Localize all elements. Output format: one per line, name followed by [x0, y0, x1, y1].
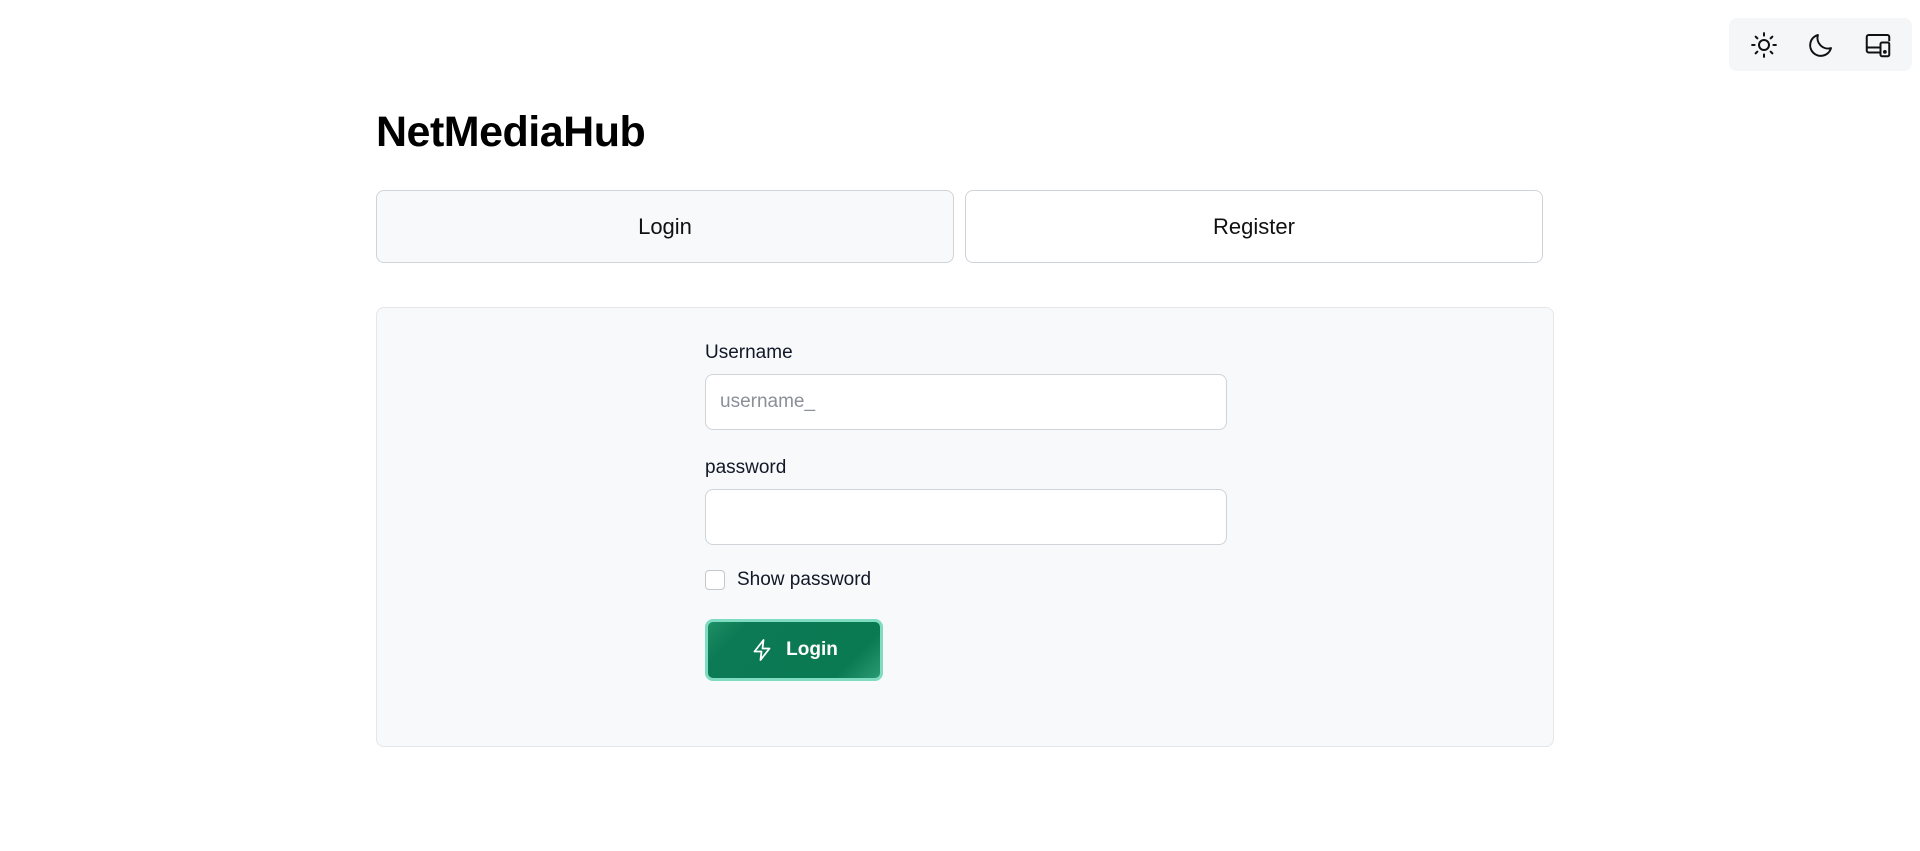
tab-login[interactable]: Login — [376, 190, 954, 263]
username-label: Username — [705, 342, 793, 363]
show-password-row: Show password — [705, 569, 1227, 591]
auth-tabs: Login Register — [376, 190, 1544, 263]
light-theme-button[interactable] — [1742, 23, 1786, 67]
app-title: NetMediaHub — [376, 108, 646, 156]
show-password-checkbox[interactable] — [705, 570, 725, 590]
login-form: Username password Show password Login — [705, 342, 1227, 681]
theme-switcher — [1729, 18, 1912, 71]
tab-register[interactable]: Register — [965, 190, 1543, 263]
moon-icon — [1808, 33, 1832, 57]
system-theme-button[interactable] — [1856, 23, 1900, 67]
login-submit-label: Login — [786, 639, 838, 660]
devices-icon — [1865, 33, 1890, 57]
password-input[interactable] — [705, 489, 1227, 545]
password-label: password — [705, 457, 787, 478]
login-card: Username password Show password Login — [376, 307, 1554, 747]
show-password-label[interactable]: Show password — [737, 569, 871, 591]
login-submit-button[interactable]: Login — [705, 619, 883, 681]
username-input[interactable] — [705, 374, 1227, 430]
dark-theme-button[interactable] — [1799, 23, 1843, 67]
sun-icon — [1750, 31, 1777, 58]
lightning-icon — [753, 639, 771, 661]
